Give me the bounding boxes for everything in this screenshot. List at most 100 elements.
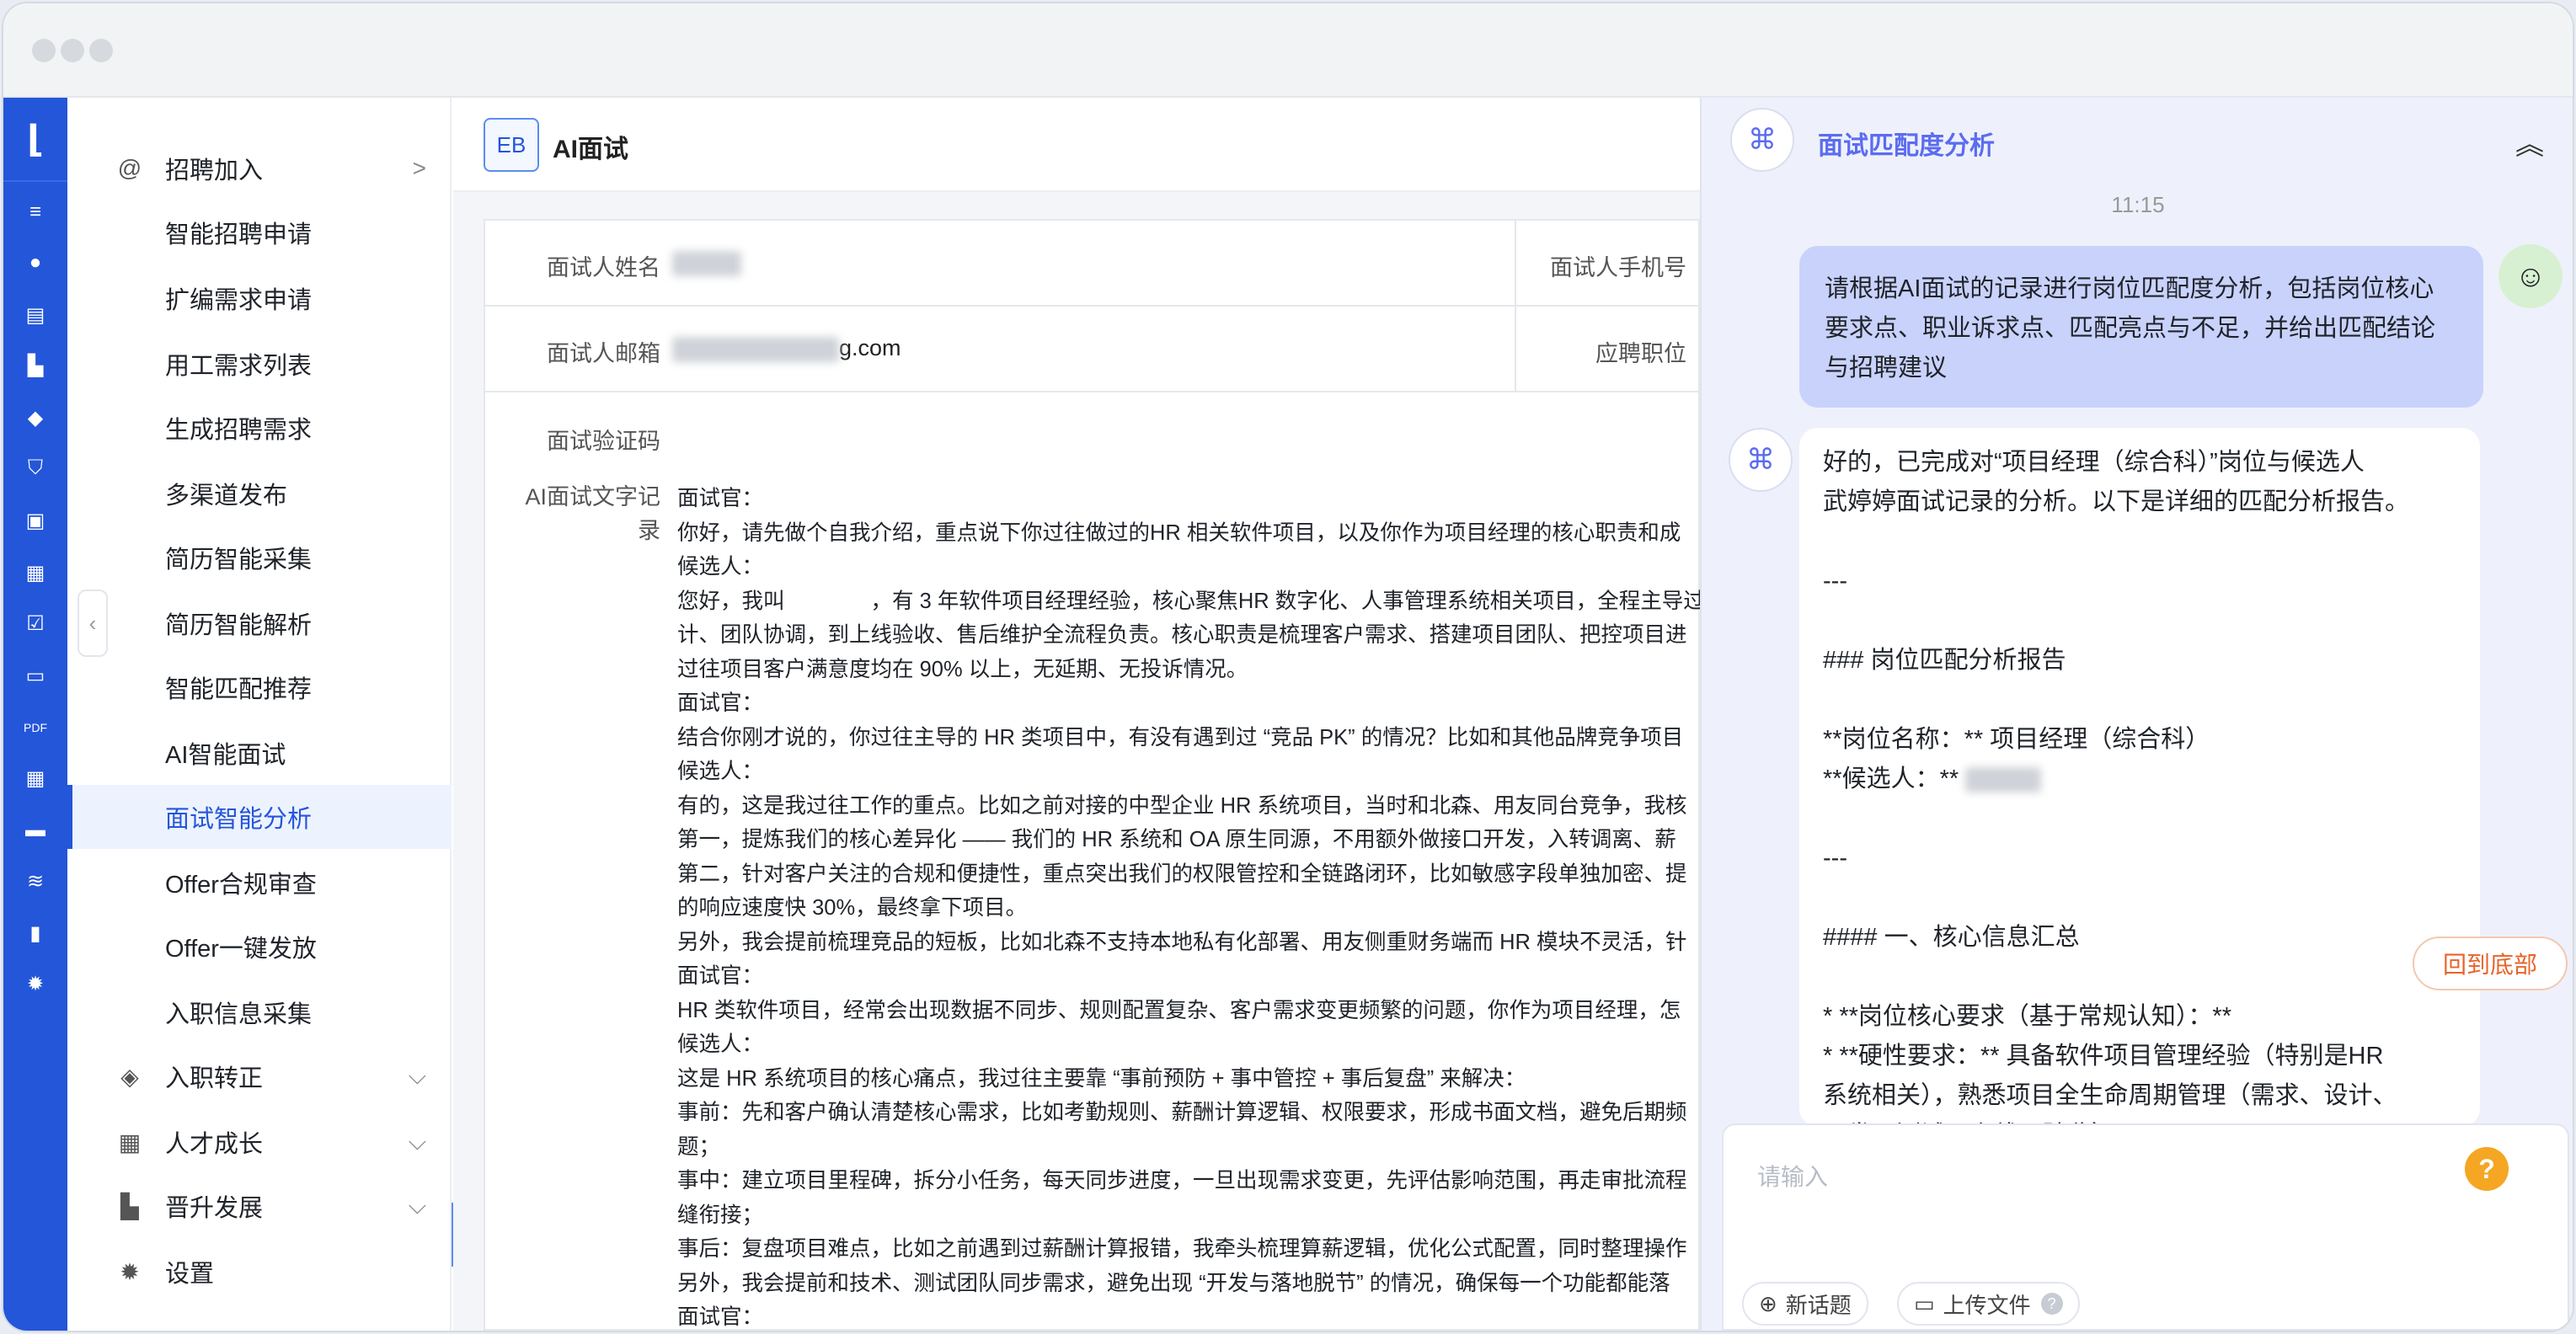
settings-icon[interactable]: ✹ bbox=[20, 968, 51, 999]
app-window: ⌊ ≡ ● ▤ ▙ ◆ ⛉ ▣ ▦ ☑ ▭ PDF ▦ ▬ ≋ ▮ ✹ @ 招聘… bbox=[3, 3, 2573, 1331]
panel-title: 面试匹配度分析 bbox=[1818, 132, 1995, 160]
sidebar-item-label: 生成招聘需求 bbox=[165, 417, 313, 444]
page-title: AI面试 bbox=[553, 136, 628, 163]
plus-circle-icon: ⊕ bbox=[1759, 1290, 1777, 1316]
checklist-icon[interactable]: ☑ bbox=[20, 608, 51, 638]
window-minimize-dot[interactable] bbox=[61, 39, 84, 62]
transcript-line: 候选人： bbox=[677, 1033, 764, 1056]
transcript-line: 面试官： bbox=[677, 964, 764, 988]
sidebar-item-label: 简历智能采集 bbox=[165, 547, 313, 574]
analysis-panel: ⌘ 面试匹配度分析 ︽ 11:15 请根据AI面试的记录进行岗位匹配度分析，包括… bbox=[1700, 98, 2573, 1331]
main-content: EB AI面试 面试人姓名 面试人手机号 面试人邮箱 g.com 应聘职位 面试… bbox=[453, 98, 1702, 1331]
app-logo: ⌊ bbox=[3, 98, 67, 182]
sidebar-item[interactable]: Offer合规审查 bbox=[67, 851, 452, 915]
form-row: 面试人姓名 面试人手机号 bbox=[485, 221, 1702, 307]
transcript-line: 事后：复盘项目难点，比如之前遇到过薪酬计算报错，我牵头梳理算薪逻辑，优化公式配置… bbox=[677, 1237, 1687, 1261]
sidebar-section-onboarding[interactable]: ◈ 入职转正 ⌵ bbox=[67, 1044, 452, 1108]
sidebar-item[interactable]: 生成招聘需求 bbox=[67, 396, 452, 460]
chevron-down-icon: ⌵ bbox=[408, 1128, 426, 1155]
sidebar-section-label: 人才成长 bbox=[165, 1131, 264, 1158]
window-maximize-dot[interactable] bbox=[89, 39, 113, 62]
back-to-bottom-button[interactable]: 回到底部 bbox=[2413, 936, 2568, 990]
sidebar-section-label: 晋升发展 bbox=[165, 1195, 264, 1222]
ai-message-line: * **岗位核心要求（基于常规认知）：** bbox=[1823, 1003, 2231, 1030]
sidebar-item[interactable]: 智能匹配推荐 bbox=[67, 655, 452, 719]
transcript-line: 面试官： bbox=[677, 487, 764, 510]
sidebar-item[interactable]: 简历智能采集 bbox=[67, 526, 452, 590]
sidebar-section-label: 设置 bbox=[165, 1261, 215, 1288]
transcript-line: 您好，我叫 ，有 3 年软件项目经理经验，核心聚焦HR 数字化、人事管理系统相关… bbox=[677, 589, 1702, 613]
transcript-line: 面试官： bbox=[677, 1305, 764, 1329]
new-topic-button[interactable]: ⊕ 新话题 bbox=[1742, 1282, 1868, 1326]
sidebar-section-growth[interactable]: ▦ 人才成长 ⌵ bbox=[67, 1110, 452, 1174]
sidebar-item[interactable]: AI智能面试 bbox=[67, 721, 452, 785]
shield-check-icon[interactable]: ⛉ bbox=[20, 453, 51, 483]
user-avatar: ☺ bbox=[2499, 244, 2563, 308]
pdf-icon[interactable]: PDF bbox=[20, 712, 51, 743]
new-topic-label: 新话题 bbox=[1785, 1292, 1852, 1318]
title-bar bbox=[3, 3, 2573, 98]
sidebar-item-active[interactable]: 面试智能分析 bbox=[67, 785, 452, 849]
transcript-line: 题； bbox=[677, 1134, 721, 1159]
window-close-dot[interactable] bbox=[32, 39, 56, 62]
sidebar-item[interactable]: 简历智能解析 bbox=[67, 591, 452, 655]
help-icon[interactable]: ? bbox=[2465, 1147, 2509, 1191]
id-card-icon[interactable]: ▤ bbox=[20, 300, 51, 330]
org-chart-icon[interactable]: ▙ bbox=[20, 350, 51, 381]
upload-file-label: 上传文件 bbox=[1943, 1292, 2031, 1318]
email-suffix: g.com bbox=[839, 335, 901, 360]
app-badge: EB bbox=[484, 118, 539, 172]
sidebar-section-settings[interactable]: ✹ 设置 bbox=[67, 1240, 452, 1304]
chevron-up-icon[interactable]: ︽ bbox=[2515, 121, 2544, 163]
transcript-line: 面试官： bbox=[677, 691, 764, 715]
table-icon: ▦ bbox=[118, 1129, 142, 1155]
transcript-line: 候选人： bbox=[677, 555, 764, 579]
divider bbox=[1515, 221, 1516, 307]
upload-file-button[interactable]: ▭ 上传文件 ? bbox=[1897, 1282, 2080, 1326]
ai-message-line bbox=[1823, 601, 2456, 641]
briefcase-icon[interactable]: ▣ bbox=[20, 505, 51, 536]
transcript-line: 另外，我会提前梳理竞品的短板，比如北森不支持本地私有化部署、用友侧重财务端而 H… bbox=[677, 930, 1687, 954]
sidebar-section-promotion[interactable]: ▙ 晋升发展 ⌵ bbox=[67, 1174, 452, 1238]
transcript-line: 另外，我会提前和技术、测试团队同步需求，避免出现 “开发与落地脱节” 的情况，确… bbox=[677, 1271, 1670, 1295]
card-icon[interactable]: ▬ bbox=[20, 815, 51, 846]
email-label: 面试人邮箱 bbox=[547, 341, 660, 366]
transcript-line: 你好，请先做个自我介绍，重点说下你过往做过的HR 相关软件项目，以及你作为项目经… bbox=[677, 520, 1681, 545]
gear-icon: ✹ bbox=[120, 1258, 140, 1285]
menu-icon[interactable]: ≡ bbox=[20, 197, 51, 227]
sidebar-item-label: 简历智能解析 bbox=[165, 612, 313, 639]
ai-message-line: ### 岗位匹配分析报告 bbox=[1823, 647, 2066, 674]
sidebar-item[interactable]: 扩编需求申请 bbox=[67, 266, 452, 330]
sidebar-section-label: 招聘加入 bbox=[165, 157, 264, 184]
transcript-line: 事中：建立项目里程碑，拆分小任务，每天同步进度，一旦出现需求变更，先评估影响范围… bbox=[677, 1169, 1687, 1193]
calendar-settings-icon[interactable]: ▦ bbox=[20, 558, 51, 588]
chevron-down-icon: ⌵ bbox=[408, 1062, 426, 1089]
ai-message-line: --- bbox=[1823, 568, 1847, 595]
sidebar-collapse-button[interactable]: ‹ bbox=[77, 590, 108, 657]
sidebar-section-recruit[interactable]: @ 招聘加入 > bbox=[67, 136, 452, 200]
stack-icon[interactable]: ≋ bbox=[20, 866, 51, 896]
layers-icon: ◈ bbox=[120, 1063, 139, 1090]
chevron-right-icon: > bbox=[412, 155, 426, 181]
phone-label: 面试人手机号 bbox=[1550, 255, 1686, 280]
sidebar-item[interactable]: 多渠道发布 bbox=[67, 462, 452, 526]
panel-header: ⌘ 面试匹配度分析 ︽ bbox=[1702, 98, 2573, 182]
transcript-text: 面试官： 你好，请先做个自我介绍，重点说下你过往做过的HR 相关软件项目，以及你作… bbox=[677, 482, 1702, 1331]
ai-message-line bbox=[1823, 522, 2456, 562]
ai-message: 好的，已完成对“项目经理（综合科）”岗位与候选人 武婷婷面试记录的分析。以下是详细… bbox=[1799, 428, 2480, 1127]
ai-message-line bbox=[1823, 958, 2456, 997]
sidebar-item[interactable]: 入职信息采集 bbox=[67, 980, 452, 1044]
bar-chart-icon[interactable]: ▮ bbox=[20, 918, 51, 948]
ai-message-line: 好的，已完成对“项目经理（综合科）”岗位与候选人 bbox=[1823, 449, 2365, 476]
document-icon[interactable]: ▭ bbox=[20, 660, 51, 691]
transcript-label: AI面试文字记录 bbox=[525, 484, 660, 543]
position-label: 应聘职位 bbox=[1595, 341, 1686, 366]
transcript-line: 第二，针对客户关注的合规和便捷性，重点突出我们的权限管控和全链路闭环，比如敏感字… bbox=[677, 862, 1687, 886]
sidebar-item[interactable]: Offer一键发放 bbox=[67, 915, 452, 979]
cube-icon[interactable]: ◆ bbox=[20, 403, 51, 433]
sidebar-item[interactable]: 智能招聘申请 bbox=[67, 200, 452, 264]
calendar-check-icon[interactable]: ▦ bbox=[20, 763, 51, 793]
user-icon[interactable]: ● bbox=[20, 248, 51, 278]
sidebar-item[interactable]: 用工需求列表 bbox=[67, 332, 452, 396]
ai-message-line: 系统相关），熟悉项目全生命周期管理（需求、设计、 bbox=[1823, 1082, 2397, 1109]
